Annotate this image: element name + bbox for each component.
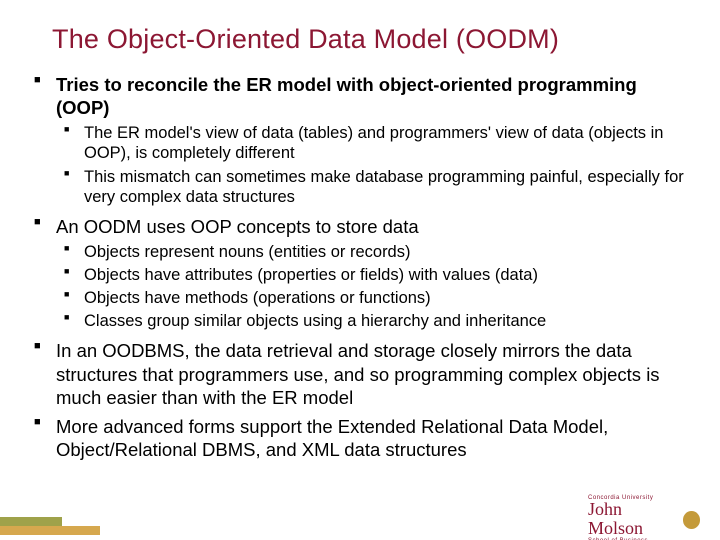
bullet-4: More advanced forms support the Extended… bbox=[28, 415, 692, 461]
bullet-2-sublist: Objects represent nouns (entities or rec… bbox=[56, 242, 692, 332]
bullet-list: Tries to reconcile the ER model with obj… bbox=[28, 73, 692, 461]
accent-bar-green bbox=[0, 517, 62, 526]
bullet-1-text: Tries to reconcile the ER model with obj… bbox=[56, 74, 637, 118]
bullet-2: An OODM uses OOP concepts to store data … bbox=[28, 215, 692, 332]
sub-bullet: The ER model's view of data (tables) and… bbox=[56, 123, 692, 163]
sub-bullet: Objects have methods (operations or func… bbox=[56, 288, 692, 308]
accent-bar-gold bbox=[0, 526, 100, 535]
bullet-3: In an OODBMS, the data retrieval and sto… bbox=[28, 339, 692, 408]
sub-bullet: Objects represent nouns (entities or rec… bbox=[56, 242, 692, 262]
bullet-2-text: An OODM uses OOP concepts to store data bbox=[56, 216, 419, 237]
logo-line2: John Molson bbox=[588, 503, 643, 538]
sub-bullet: This mismatch can sometimes make databas… bbox=[56, 167, 692, 207]
sub-bullet: Classes group similar objects using a hi… bbox=[56, 311, 692, 331]
school-logo: Concordia University John Molson School … bbox=[588, 506, 700, 534]
logo-text: Concordia University John Molson School … bbox=[588, 496, 679, 540]
sub-bullet: Objects have attributes (properties or f… bbox=[56, 265, 692, 285]
footer: Concordia University John Molson School … bbox=[0, 504, 720, 540]
bullet-1: Tries to reconcile the ER model with obj… bbox=[28, 73, 692, 207]
bullet-1-sublist: The ER model's view of data (tables) and… bbox=[56, 123, 692, 207]
slide: The Object-Oriented Data Model (OODM) Tr… bbox=[0, 0, 720, 540]
seal-icon bbox=[683, 511, 700, 529]
slide-title: The Object-Oriented Data Model (OODM) bbox=[52, 24, 692, 55]
